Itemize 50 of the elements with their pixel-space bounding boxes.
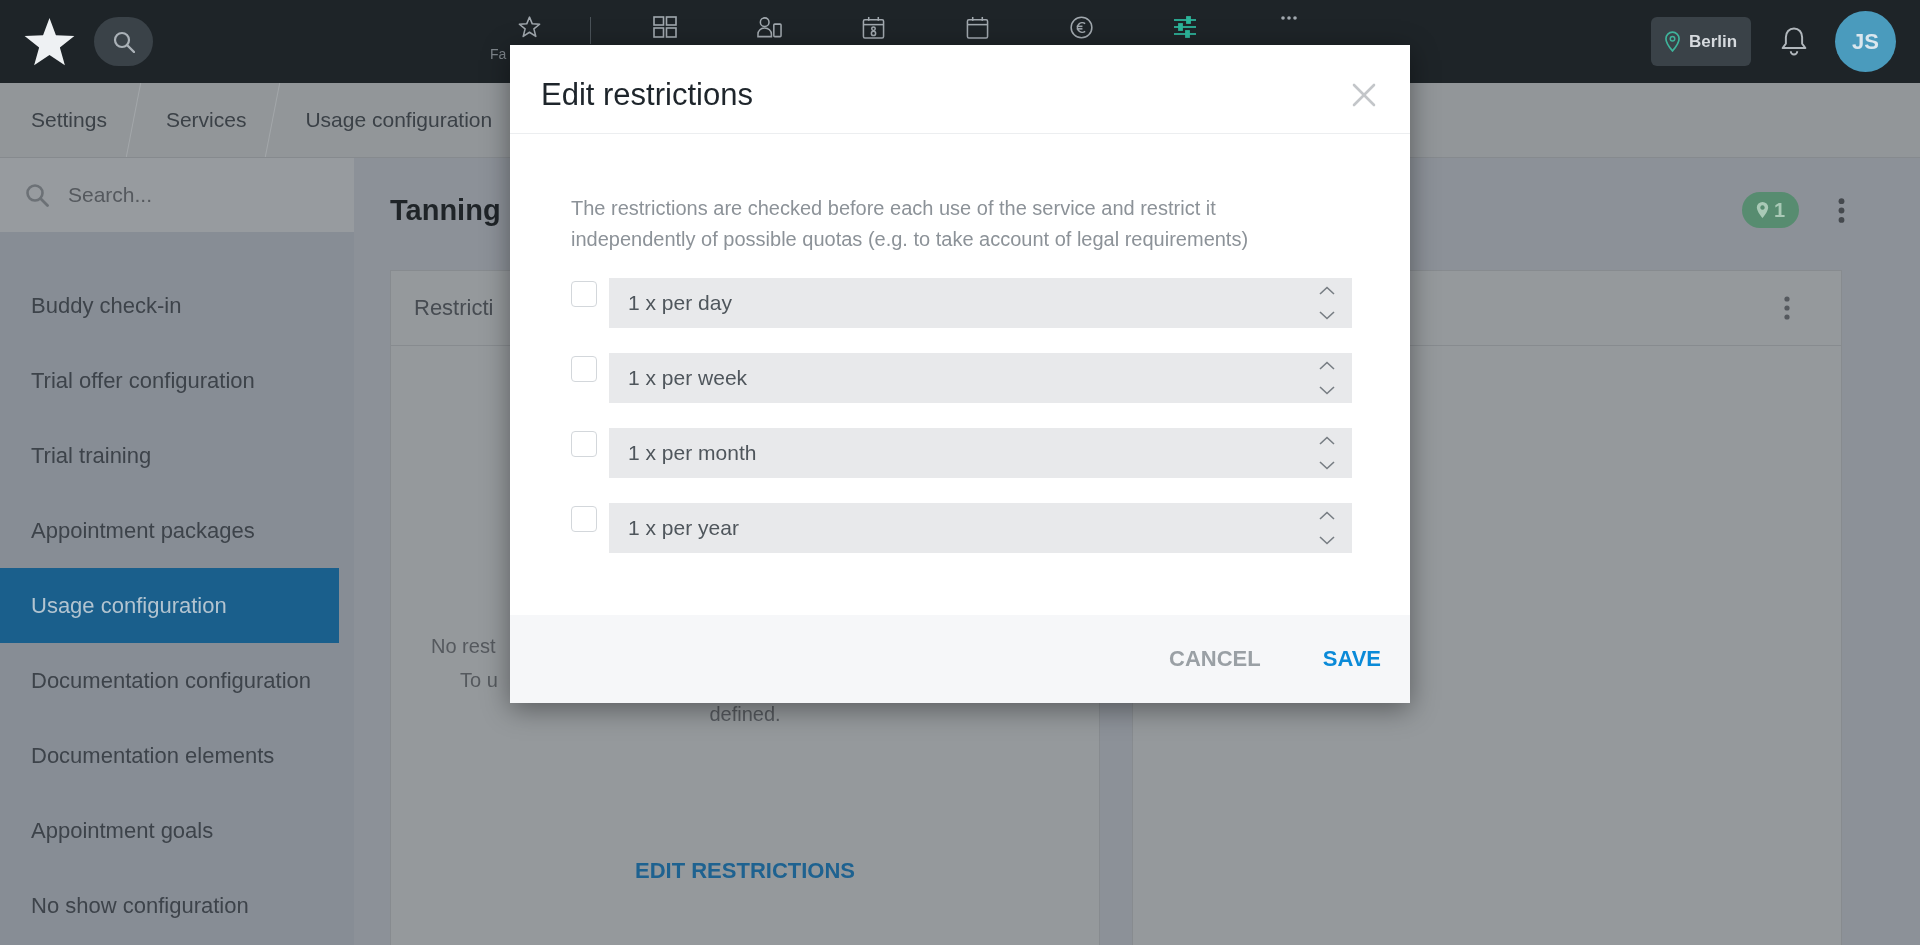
- chevron-down-icon[interactable]: [1319, 386, 1335, 395]
- frequency-select[interactable]: 1 x per day: [609, 278, 1352, 328]
- breadcrumb-link[interactable]: Services: [165, 108, 247, 132]
- checkbox[interactable]: [571, 431, 597, 457]
- chevron-down-icon[interactable]: [1319, 536, 1335, 545]
- search-button[interactable]: [94, 17, 153, 66]
- chevron-up-icon[interactable]: [1319, 361, 1335, 370]
- chevron-up-icon[interactable]: [1319, 511, 1335, 520]
- chevron-down-icon[interactable]: [1319, 311, 1335, 320]
- search-icon: [112, 30, 135, 53]
- map-pin-icon: [1755, 201, 1769, 219]
- sidebar-item[interactable]: Documentation elements: [0, 718, 339, 793]
- cancel-button[interactable]: CANCEL: [1169, 646, 1261, 672]
- dialog-description: The restrictions are checked before each use of the service and restrict it independently of possible quotas (e.g. to take account of legal requirements): [571, 196, 1250, 252]
- breadcrumb-link[interactable]: Settings: [31, 108, 107, 132]
- search-field[interactable]: Search...: [68, 183, 318, 207]
- sidebar-item[interactable]: Appointment packages: [0, 493, 339, 568]
- sidebar-item[interactable]: Documentation configuration: [0, 643, 339, 718]
- checkbox[interactable]: [571, 281, 597, 307]
- search-icon: [25, 183, 49, 207]
- kebab-menu-icon[interactable]: [1784, 296, 1790, 320]
- user-avatar[interactable]: JS: [1835, 11, 1896, 72]
- page-title: Tanning: [390, 193, 501, 227]
- sidebar-item[interactable]: Trial training: [0, 418, 339, 493]
- checkbox[interactable]: [571, 356, 597, 382]
- sidebar-item[interactable]: No show configuration: [0, 868, 339, 943]
- card-title: Restricti: [414, 295, 494, 321]
- chevron-up-icon[interactable]: [1319, 436, 1335, 445]
- kebab-menu-icon[interactable]: [1838, 197, 1845, 223]
- sidebar-item[interactable]: Buddy check-in: [0, 268, 339, 343]
- chevron-up-icon[interactable]: [1319, 286, 1335, 295]
- empty-state-text: No rest: [431, 634, 496, 659]
- breadcrumb-link[interactable]: Usage configuration: [305, 108, 493, 132]
- star-logo-icon[interactable]: [24, 17, 75, 66]
- bell-icon[interactable]: [1781, 26, 1807, 57]
- sidebar-item[interactable]: Appointment goals: [0, 793, 339, 868]
- edit-restrictions-button[interactable]: EDIT RESTRICTIONS: [635, 859, 855, 883]
- save-button[interactable]: SAVE: [1322, 646, 1381, 672]
- empty-state-text: To u: [460, 668, 498, 693]
- sidebar-item[interactable]: Trial offer configuration: [0, 343, 339, 418]
- frequency-select[interactable]: 1 x per week: [609, 353, 1352, 403]
- sidebar-item[interactable]: Usage configuration: [0, 568, 339, 643]
- location-button[interactable]: Berlin: [1651, 17, 1751, 66]
- empty-state-text: defined.: [709, 702, 781, 727]
- map-pin-icon: [1665, 31, 1680, 52]
- checkbox[interactable]: [571, 506, 597, 532]
- frequency-select[interactable]: 1 x per year: [609, 503, 1352, 553]
- location-badge[interactable]: 1: [1741, 192, 1799, 228]
- chevron-down-icon[interactable]: [1319, 461, 1335, 470]
- frequency-select[interactable]: 1 x per month: [609, 428, 1352, 478]
